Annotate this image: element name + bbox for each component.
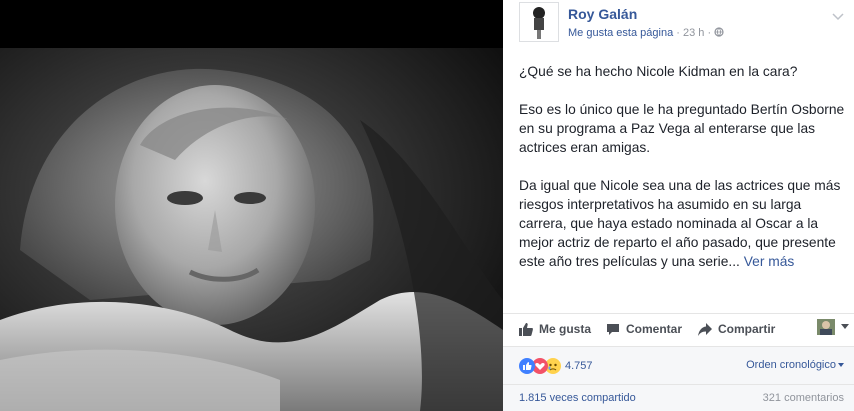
- audience-selector[interactable]: [817, 319, 849, 335]
- meta-separator-2: ·: [704, 27, 715, 39]
- reaction-icons[interactable]: 4.757: [519, 358, 593, 374]
- photo-viewer[interactable]: [0, 0, 503, 411]
- post-author[interactable]: Roy Galán: [568, 6, 637, 22]
- comment-button[interactable]: Comentar: [606, 322, 682, 336]
- stats-row: 1.815 veces compartido 321 comentarios: [503, 384, 854, 411]
- like-button[interactable]: Me gusta: [519, 322, 591, 336]
- share-arrow-icon: [698, 322, 712, 336]
- avatar-figure-icon: [533, 7, 545, 39]
- post-paragraph-3: Da igual que Nicole sea una de las actri…: [519, 176, 851, 271]
- post-paragraph-2: Eso es lo único que le ha preguntado Ber…: [519, 102, 845, 155]
- post-time[interactable]: 23 h: [683, 27, 704, 39]
- action-bar: Me gusta Comentar Compartir: [503, 313, 854, 345]
- meta-separator: ·: [673, 27, 683, 39]
- like-button-label: Me gusta: [539, 322, 592, 336]
- profile-thumbnail-icon: [817, 319, 835, 335]
- reaction-count[interactable]: 4.757: [565, 360, 593, 372]
- thumbs-up-icon: [519, 322, 533, 336]
- like-page-link[interactable]: Me gusta esta página: [568, 27, 673, 39]
- sort-caret-down-icon: [838, 363, 844, 367]
- like-icon: [519, 358, 535, 374]
- comments-count[interactable]: 321 comentarios: [763, 392, 844, 404]
- see-more-link[interactable]: Ver más: [744, 254, 795, 269]
- reactions-row: 4.757 Orden cronológico: [503, 346, 854, 384]
- post-panel: Roy Galán Me gusta esta página · 23 h · …: [503, 0, 854, 411]
- post-paragraph-1: ¿Qué se ha hecho Nicole Kidman en la car…: [519, 64, 798, 79]
- globe-icon: [714, 27, 724, 37]
- post-text: ¿Qué se ha hecho Nicole Kidman en la car…: [519, 62, 851, 290]
- sort-selector[interactable]: Orden cronológico: [746, 359, 844, 371]
- post-options-chevron-icon[interactable]: [832, 8, 844, 26]
- comment-bubble-icon: [607, 323, 619, 335]
- page-avatar[interactable]: [519, 2, 559, 42]
- post-photo: [0, 0, 503, 411]
- caret-down-icon: [841, 324, 849, 329]
- sort-selector-label: Orden cronológico: [746, 359, 836, 371]
- comment-button-label: Comentar: [626, 322, 683, 336]
- shares-count[interactable]: 1.815 veces compartido: [519, 392, 636, 404]
- post-meta: Me gusta esta página · 23 h ·: [568, 27, 724, 39]
- share-button-label: Compartir: [718, 322, 776, 336]
- share-button[interactable]: Compartir: [698, 322, 775, 336]
